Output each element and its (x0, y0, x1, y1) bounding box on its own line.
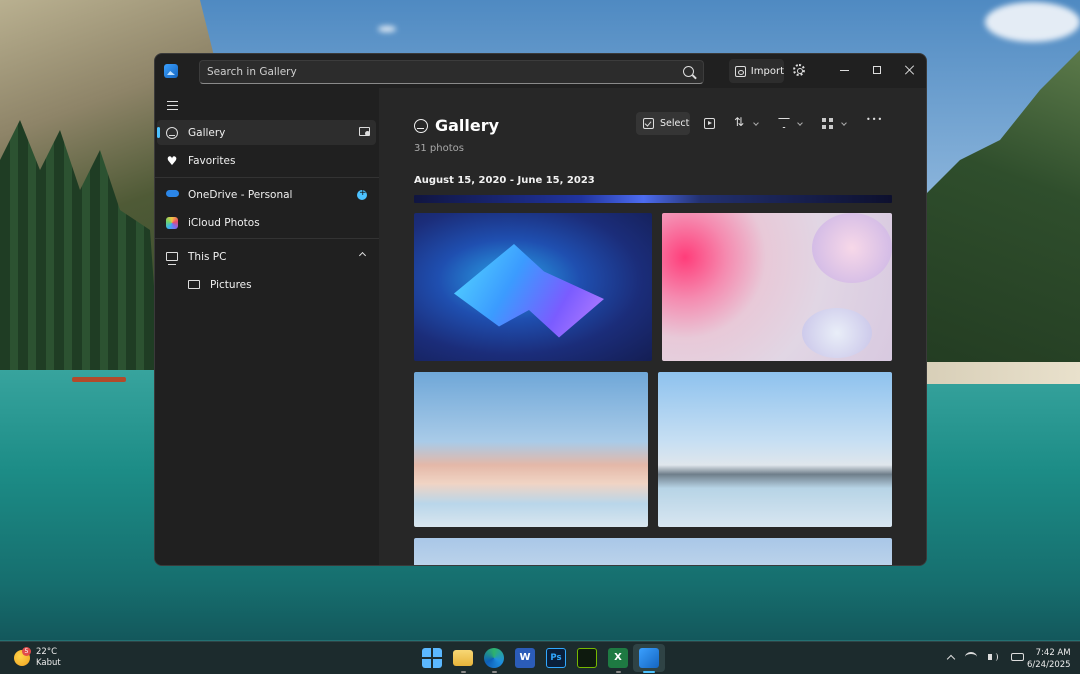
search-input[interactable] (207, 61, 667, 83)
select-label: Select (660, 118, 690, 129)
title-bar[interactable]: Import (155, 54, 926, 88)
search-icon[interactable] (683, 66, 694, 77)
add-folder-icon[interactable] (359, 127, 370, 136)
system-tray (946, 652, 1024, 664)
sidebar-divider (155, 177, 379, 178)
notification-badge: 5 (22, 647, 31, 656)
photo-count: 31 photos (414, 143, 464, 154)
wallpaper-cloud (378, 26, 396, 32)
photo-thumbnail[interactable] (414, 213, 652, 361)
desktop: Import Gallery ♥ Favorites OneDrive - Pe… (0, 0, 1080, 674)
heart-icon: ♥ (166, 153, 178, 168)
weather-widget[interactable]: 5 22°C Kabut (14, 647, 61, 669)
photo-thumbnail[interactable] (414, 372, 648, 527)
sidebar-item-gallery[interactable]: Gallery (157, 120, 376, 145)
photo-thumbnail[interactable] (414, 538, 892, 565)
sidebar-item-label: This PC (188, 250, 227, 263)
battery-icon[interactable] (1011, 653, 1024, 661)
clock-date: 6/24/2025 (1027, 660, 1071, 670)
photos-app-icon (164, 64, 178, 78)
sidebar-item-label: OneDrive - Personal (188, 188, 293, 201)
view-layout-icon[interactable] (822, 118, 833, 129)
file-explorer-icon[interactable] (453, 650, 473, 666)
sidebar-item-onedrive[interactable]: OneDrive - Personal (157, 182, 376, 207)
wallpaper-cloud (985, 2, 1080, 42)
gallery-content: Gallery 31 photos Select August 15, 2020… (379, 88, 926, 565)
wallpaper-boat (72, 377, 126, 382)
onedrive-add-icon[interactable] (357, 188, 367, 200)
filter-icon[interactable] (778, 118, 790, 128)
taskbar: 5 22°C Kabut W Ps X 7:42 AM 6/24/2025 (0, 641, 1080, 674)
sidebar-item-label: Pictures (210, 278, 252, 291)
nvidia-icon[interactable] (577, 648, 597, 668)
slideshow-icon[interactable] (704, 118, 715, 129)
close-button[interactable] (893, 54, 926, 86)
checkbox-icon (643, 118, 654, 129)
import-icon (735, 65, 746, 77)
page-title: Gallery (435, 116, 500, 135)
close-icon (905, 65, 915, 75)
onedrive-cloud-icon (166, 190, 179, 197)
sidebar-item-pictures[interactable]: Pictures (157, 272, 376, 297)
weather-temperature: 22°C (36, 647, 58, 657)
running-indicator (492, 671, 497, 673)
gallery-icon (166, 126, 178, 139)
chevron-down-icon[interactable] (753, 120, 759, 126)
excel-icon[interactable]: X (608, 648, 628, 668)
word-icon[interactable]: W (515, 648, 535, 668)
more-options-icon[interactable] (866, 115, 883, 129)
chevron-down-icon[interactable] (797, 120, 803, 126)
weather-sun-icon: 5 (14, 647, 31, 666)
photo-thumbnail[interactable] (658, 372, 892, 527)
sidebar: Gallery ♥ Favorites OneDrive - Personal … (155, 88, 379, 565)
import-label: Import (750, 65, 784, 77)
sidebar-item-label: iCloud Photos (188, 216, 260, 229)
running-indicator (461, 671, 466, 673)
active-indicator (643, 671, 655, 673)
maximize-button[interactable] (860, 54, 894, 86)
hamburger-menu-icon[interactable] (167, 101, 178, 110)
minimize-button[interactable] (827, 54, 861, 86)
maximize-icon (873, 66, 881, 74)
photo-thumbnail[interactable] (662, 213, 892, 361)
computer-icon (166, 252, 178, 265)
page-header: Gallery (414, 116, 499, 135)
gallery-icon (414, 118, 428, 133)
weather-condition: Kabut (36, 658, 61, 668)
folder-icon (188, 280, 200, 289)
search-box[interactable] (199, 60, 704, 84)
sidebar-item-label: Favorites (188, 154, 236, 167)
icloud-photos-icon (166, 216, 178, 229)
sort-icon[interactable] (734, 115, 745, 129)
select-button[interactable]: Select (636, 112, 690, 135)
sidebar-item-favorites[interactable]: ♥ Favorites (157, 148, 376, 173)
running-indicator (616, 671, 621, 673)
import-button[interactable]: Import (729, 59, 784, 83)
sidebar-item-icloud[interactable]: iCloud Photos (157, 210, 376, 235)
edge-icon[interactable] (484, 648, 504, 668)
sidebar-item-this-pc[interactable]: This PC (157, 244, 376, 269)
clock-time: 7:42 AM (1035, 648, 1071, 658)
chevron-down-icon[interactable] (841, 120, 847, 126)
wifi-icon[interactable] (965, 652, 977, 662)
photoshop-icon[interactable]: Ps (546, 648, 566, 668)
photo-thumbnail[interactable] (414, 195, 892, 203)
chevron-up-icon[interactable] (946, 654, 956, 664)
photos-app-window: Import Gallery ♥ Favorites OneDrive - Pe… (154, 53, 927, 566)
start-icon[interactable] (422, 648, 442, 668)
clock[interactable]: 7:42 AM 6/24/2025 (1027, 647, 1071, 671)
sidebar-item-label: Gallery (188, 126, 226, 139)
volume-icon[interactable] (988, 652, 1000, 662)
wallpaper-shore (925, 362, 1080, 384)
photos-icon[interactable] (639, 648, 659, 668)
minimize-icon (839, 69, 849, 71)
chevron-up-icon[interactable] (358, 251, 367, 260)
sidebar-divider (155, 238, 379, 239)
date-range-header: August 15, 2020 - June 15, 2023 (414, 175, 595, 186)
settings-gear-icon[interactable] (793, 64, 805, 76)
